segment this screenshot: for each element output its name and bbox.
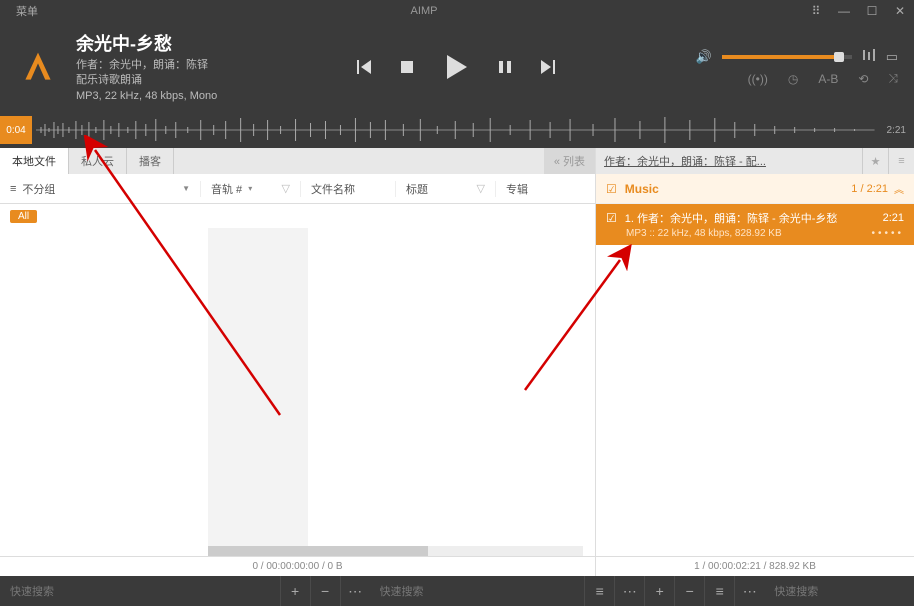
equalizer-icon[interactable] bbox=[862, 48, 876, 65]
tab-local[interactable]: 本地文件 bbox=[0, 148, 69, 174]
minimize-button[interactable]: — bbox=[830, 0, 858, 22]
pl-add-button[interactable]: + bbox=[644, 576, 674, 606]
position-time: 0:04 bbox=[0, 116, 32, 144]
playlist-menu-icon[interactable]: ≡ bbox=[888, 148, 914, 174]
track-name: 1. 作者：余光中，朗诵：陈铎 - 余光中-乡愁 bbox=[625, 210, 883, 226]
library-tabs: 本地文件 私人云 播客 « 列表 bbox=[0, 148, 595, 174]
playlist-empty bbox=[596, 245, 914, 556]
ab-repeat-button[interactable]: A-B bbox=[818, 72, 838, 86]
footer-bar: 快速搜索 + − ⋯ 快速搜索 ≡ ⋯ + − ≡ ⋯ 快速搜索 bbox=[0, 576, 914, 606]
grouping-dropdown[interactable]: ≡ 不分组 ▼ bbox=[0, 181, 200, 197]
compact-icon[interactable]: ⠿ bbox=[802, 0, 830, 22]
timer-icon[interactable]: ◷ bbox=[788, 72, 798, 86]
player-header: 余光中-乡愁 作者：余光中，朗诵：陈铎 配乐诗歌朗诵 MP3, 22 kHz, … bbox=[0, 22, 914, 112]
stop-button[interactable] bbox=[399, 59, 415, 75]
tab-podcast[interactable]: 播客 bbox=[127, 148, 174, 174]
track-album: 配乐诗歌朗诵 bbox=[76, 73, 217, 88]
radio-icon[interactable]: ((•)) bbox=[748, 72, 768, 86]
waveform-canvas[interactable] bbox=[32, 116, 879, 144]
next-button[interactable] bbox=[539, 58, 557, 76]
visualizer-icon[interactable]: ▭ bbox=[886, 49, 898, 65]
track-title: 余光中-乡愁 bbox=[76, 30, 217, 56]
remove-button[interactable]: − bbox=[310, 576, 340, 606]
col-album[interactable]: 专辑 bbox=[495, 181, 595, 197]
group-count: 1 / 2:21 bbox=[851, 183, 888, 195]
col-title[interactable]: 标题▽ bbox=[395, 181, 495, 197]
volume-slider[interactable] bbox=[722, 55, 852, 59]
tab-private[interactable]: 私人云 bbox=[69, 148, 127, 174]
library-content bbox=[0, 228, 595, 556]
group-name: Music bbox=[625, 182, 852, 196]
track-duration: 2:21 bbox=[883, 212, 904, 224]
close-button[interactable]: ✕ bbox=[886, 0, 914, 22]
play-button[interactable] bbox=[441, 52, 471, 82]
shuffle-icon[interactable]: ⤨ bbox=[888, 71, 898, 86]
waveform-bar[interactable]: 0:04 2:21 bbox=[0, 112, 914, 148]
playback-controls bbox=[217, 52, 695, 82]
duration-time: 2:21 bbox=[879, 125, 914, 136]
pl-remove-button[interactable]: − bbox=[674, 576, 704, 606]
repeat-icon[interactable]: ⟲ bbox=[858, 72, 868, 86]
app-title: AIMP bbox=[46, 5, 802, 17]
chevron-down-icon: ▼ bbox=[182, 184, 190, 193]
collapse-icon[interactable]: ︽ bbox=[894, 181, 904, 196]
app-logo bbox=[8, 49, 68, 85]
track-artist: 作者：余光中，朗诵：陈铎 bbox=[76, 58, 217, 73]
search-input-2[interactable]: 快速搜索 bbox=[370, 583, 585, 599]
list-toggle-button[interactable]: « 列表 bbox=[544, 148, 595, 174]
library-status: 0 / 00:00:00:00 / 0 B bbox=[0, 556, 595, 576]
track-info: MP3 :: 22 kHz, 48 kbps, 828.92 KB bbox=[626, 228, 871, 239]
h-scrollbar[interactable] bbox=[208, 546, 583, 556]
more-button-2[interactable]: ⋯ bbox=[614, 576, 644, 606]
filter-row: All bbox=[0, 204, 595, 228]
sort-button[interactable]: ≡ bbox=[584, 576, 614, 606]
title-bar: 菜单 AIMP ⠿ — ☐ ✕ bbox=[0, 0, 914, 22]
playlist-status: 1 / 00:00:02:21 / 828.92 KB bbox=[596, 556, 914, 576]
playlist-tabs: 作者：余光中，朗诵：陈铎 - 配... ★ ≡ bbox=[596, 148, 914, 174]
now-playing-info: 余光中-乡愁 作者：余光中，朗诵：陈铎 配乐诗歌朗诵 MP3, 22 kHz, … bbox=[68, 30, 217, 104]
playlist-tab[interactable]: 作者：余光中，朗诵：陈铎 - 配... bbox=[596, 148, 862, 174]
add-button[interactable]: + bbox=[280, 576, 310, 606]
playlist-search-input[interactable]: 快速搜索 bbox=[764, 583, 914, 599]
rating-dots[interactable]: ••••• bbox=[871, 228, 904, 239]
col-filename[interactable]: 文件名称 bbox=[300, 181, 395, 197]
track-check-icon[interactable]: ☑ bbox=[606, 211, 617, 225]
library-pane: 本地文件 私人云 播客 « 列表 ≡ 不分组 ▼ 音轨 #▾▽ 文件名称 标题▽… bbox=[0, 148, 596, 576]
playlist-track[interactable]: ☑ 1. 作者：余光中，朗诵：陈铎 - 余光中-乡愁 2:21 MP3 :: 2… bbox=[596, 204, 914, 245]
all-filter-chip[interactable]: All bbox=[10, 210, 37, 223]
track-format: MP3, 22 kHz, 48 kbps, Mono bbox=[76, 89, 217, 104]
prev-button[interactable] bbox=[355, 58, 373, 76]
grouping-label: 不分组 bbox=[22, 181, 55, 197]
library-toolbar: ≡ 不分组 ▼ 音轨 #▾▽ 文件名称 标题▽ 专辑 bbox=[0, 174, 595, 204]
volume-icon[interactable]: 🔊 bbox=[696, 49, 712, 65]
check-icon[interactable]: ☑ bbox=[606, 182, 617, 196]
library-search-input[interactable]: 快速搜索 bbox=[0, 583, 280, 599]
playlist-group-header[interactable]: ☑ Music 1 / 2:21 ︽ bbox=[596, 174, 914, 204]
maximize-button[interactable]: ☐ bbox=[858, 0, 886, 22]
pause-button[interactable] bbox=[497, 59, 513, 75]
playlist-pane: 作者：余光中，朗诵：陈铎 - 配... ★ ≡ ☑ Music 1 / 2:21… bbox=[596, 148, 914, 576]
col-track[interactable]: 音轨 #▾▽ bbox=[200, 181, 300, 197]
menu-button[interactable]: 菜单 bbox=[8, 3, 46, 19]
hamburger-icon: ≡ bbox=[10, 183, 16, 195]
pl-sort-button[interactable]: ≡ bbox=[704, 576, 734, 606]
favorite-icon[interactable]: ★ bbox=[862, 148, 888, 174]
more-button[interactable]: ⋯ bbox=[340, 576, 370, 606]
pl-more-button[interactable]: ⋯ bbox=[734, 576, 764, 606]
